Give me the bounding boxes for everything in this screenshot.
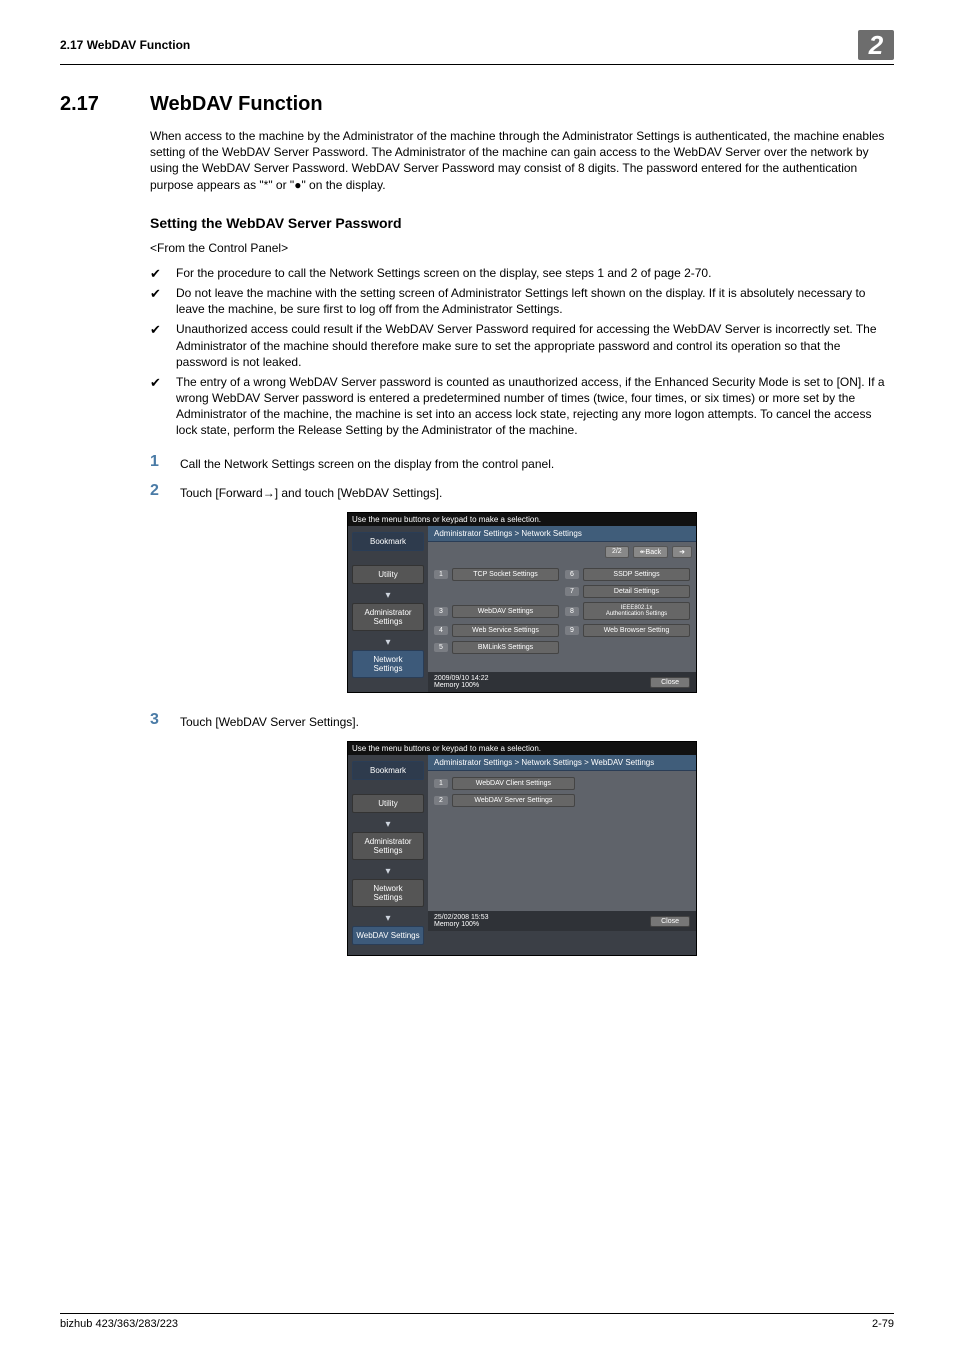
subheading: Setting the WebDAV Server Password [150, 215, 894, 231]
breadcrumb-arrow-icon: ▾ [352, 635, 424, 650]
ssdp-settings-button[interactable]: SSDP Settings [583, 568, 690, 581]
step-text: Touch [WebDAV Server Settings]. [180, 711, 359, 731]
menu-num: 2 [434, 796, 448, 805]
shot-instruction: Use the menu buttons or keypad to make a… [348, 513, 696, 526]
chapter-badge: 2 [858, 30, 894, 60]
step-number: 2 [150, 482, 180, 500]
tcp-socket-settings-button[interactable]: TCP Socket Settings [452, 568, 559, 581]
step-3: 3 Touch [WebDAV Server Settings]. [150, 711, 894, 731]
shot-instruction: Use the menu buttons or keypad to make a… [348, 742, 696, 755]
bookmark-button[interactable]: Bookmark [352, 532, 424, 551]
step-number: 3 [150, 711, 180, 729]
bullet-item: The entry of a wrong WebDAV Server passw… [150, 374, 894, 439]
step-text: Call the Network Settings screen on the … [180, 453, 554, 473]
from-control-panel: <From the Control Panel> [150, 241, 894, 255]
step-1: 1 Call the Network Settings screen on th… [150, 453, 894, 473]
webdav-server-settings-button[interactable]: WebDAV Server Settings [452, 794, 575, 807]
menu-num: 1 [434, 570, 448, 579]
breadcrumb: Administrator Settings > Network Setting… [428, 526, 696, 542]
menu-num: 4 [434, 626, 448, 635]
screenshot-network-settings: Use the menu buttons or keypad to make a… [347, 512, 697, 693]
utility-button[interactable]: Utility [352, 794, 424, 813]
close-button[interactable]: Close [650, 916, 690, 927]
menu-num: 9 [565, 626, 579, 635]
webdav-settings-button[interactable]: WebDAV Settings [452, 605, 559, 618]
menu-num: 3 [434, 607, 448, 616]
webdav-settings-tab[interactable]: WebDAV Settings [352, 926, 424, 945]
bullet-item: Unauthorized access could result if the … [150, 321, 894, 370]
menu-num: 1 [434, 779, 448, 788]
admin-settings-button[interactable]: Administrator Settings [352, 603, 424, 631]
menu-num: 6 [565, 570, 579, 579]
shot-datetime: 2009/09/10 14:22 [434, 675, 489, 682]
bookmark-button[interactable]: Bookmark [352, 761, 424, 780]
close-button[interactable]: Close [650, 677, 690, 688]
breadcrumb-arrow-icon: ▾ [352, 817, 424, 832]
ieee8021x-auth-button[interactable]: IEEE802.1x Authentication Settings [583, 602, 690, 620]
intro-paragraph: When access to the machine by the Admini… [150, 128, 894, 193]
menu-num: 5 [434, 643, 448, 652]
breadcrumb-arrow-icon: ▾ [352, 864, 424, 879]
step-text: Touch [Forward→] and touch [WebDAV Setti… [180, 482, 442, 502]
detail-settings-button[interactable]: Detail Settings [583, 585, 690, 598]
shot-memory: Memory 100% [434, 921, 479, 928]
bullet-item: For the procedure to call the Network Se… [150, 265, 894, 281]
breadcrumb-arrow-icon: ▾ [352, 911, 424, 926]
step-number: 1 [150, 453, 180, 471]
web-service-settings-button[interactable]: Web Service Settings [452, 624, 559, 637]
admin-settings-button[interactable]: Administrator Settings [352, 832, 424, 860]
running-head: 2.17 WebDAV Function [60, 38, 190, 52]
page-indicator: 2/2 [605, 546, 629, 558]
breadcrumb-arrow-icon: ▾ [352, 588, 424, 603]
web-browser-setting-button[interactable]: Web Browser Setting [583, 624, 690, 637]
forward-button[interactable]: ➜ [672, 546, 692, 558]
section-title: WebDAV Function [150, 93, 323, 115]
bullet-item: Do not leave the machine with the settin… [150, 285, 894, 317]
webdav-client-settings-button[interactable]: WebDAV Client Settings [452, 777, 575, 790]
screenshot-webdav-settings: Use the menu buttons or keypad to make a… [347, 741, 697, 956]
menu-num: 8 [565, 607, 579, 616]
network-settings-button[interactable]: Network Settings [352, 879, 424, 907]
shot-datetime: 25/02/2008 15:53 [434, 914, 489, 921]
footer-page: 2-79 [872, 1318, 894, 1330]
utility-button[interactable]: Utility [352, 565, 424, 584]
breadcrumb: Administrator Settings > Network Setting… [428, 755, 696, 771]
shot-memory: Memory 100% [434, 682, 479, 689]
menu-num: 7 [565, 587, 579, 596]
back-button[interactable]: ↞Back [633, 546, 668, 558]
section-heading: 2.17WebDAV Function [60, 93, 894, 116]
bullet-list: For the procedure to call the Network Se… [150, 265, 894, 439]
bmlinks-settings-button[interactable]: BMLinkS Settings [452, 641, 559, 654]
footer-model: bizhub 423/363/283/223 [60, 1318, 178, 1330]
step-2: 2 Touch [Forward→] and touch [WebDAV Set… [150, 482, 894, 502]
section-number: 2.17 [60, 93, 150, 116]
network-settings-button[interactable]: Network Settings [352, 650, 424, 678]
